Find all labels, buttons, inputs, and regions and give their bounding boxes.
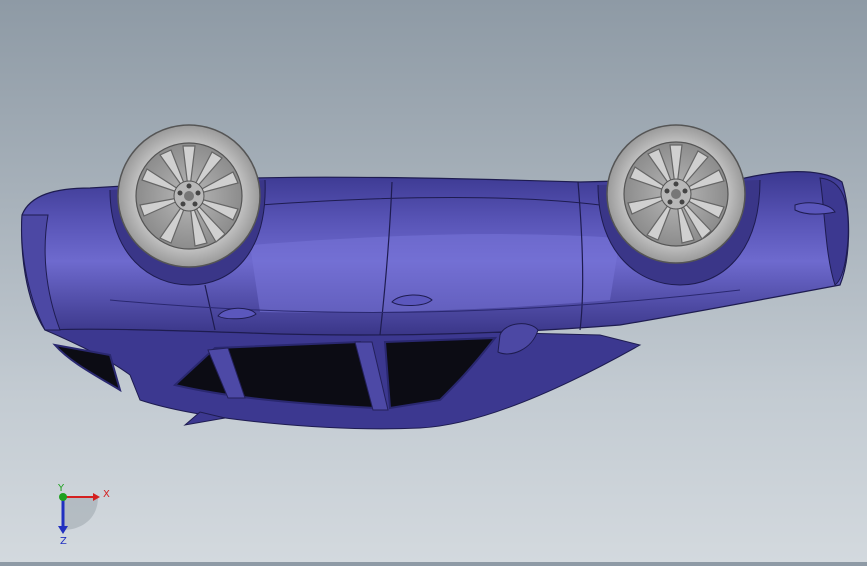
wheel-rear[interactable] <box>117 124 261 268</box>
car-model[interactable] <box>21 124 850 430</box>
y-axis-label: Y <box>57 483 65 494</box>
body-highlight <box>250 234 620 313</box>
x-axis-label: X <box>103 489 110 500</box>
model-canvas[interactable]: X Y Z <box>0 0 867 562</box>
graphics-viewport[interactable]: X Y Z <box>0 0 867 562</box>
z-axis-arrowhead <box>58 526 68 534</box>
z-axis-label: Z <box>60 536 67 547</box>
coordinate-triad: X Y Z <box>57 483 110 547</box>
y-axis-dot <box>59 493 67 501</box>
triad-shadow <box>63 497 98 530</box>
wheel-front[interactable] <box>606 124 746 264</box>
